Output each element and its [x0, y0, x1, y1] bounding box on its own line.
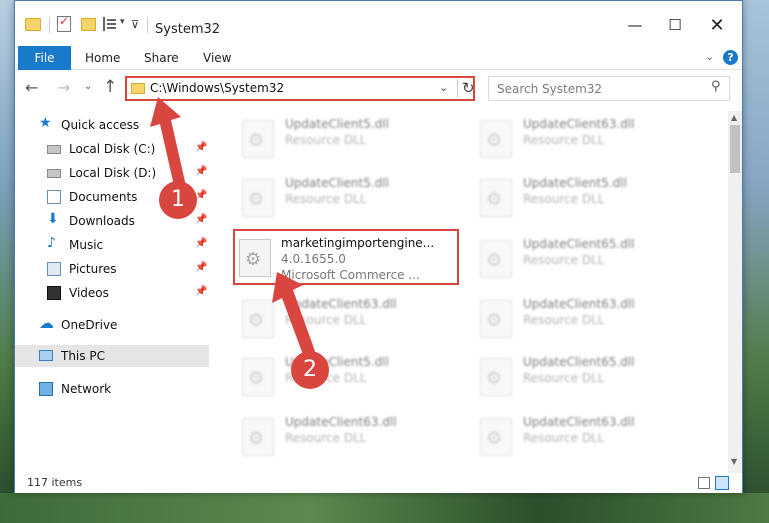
arrow-2 — [272, 272, 316, 360]
arrow-1 — [150, 97, 186, 190]
annotation-arrows — [150, 97, 316, 360]
step-2-badge: 2 — [291, 351, 329, 389]
step-1-badge: 1 — [159, 181, 197, 219]
